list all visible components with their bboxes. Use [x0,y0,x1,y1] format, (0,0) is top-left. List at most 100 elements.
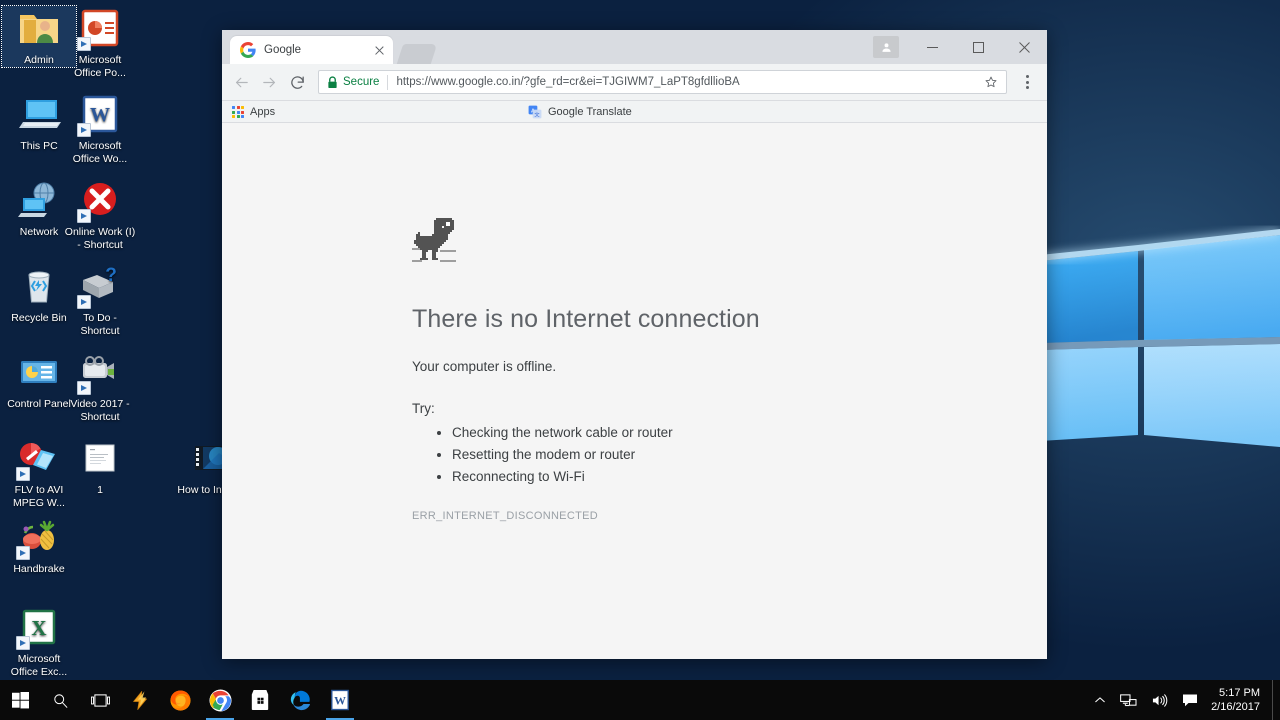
desktop-icon-powerpoint[interactable]: Microsoft Office Po... [63,6,137,79]
taskbar-app-flash[interactable] [120,680,160,720]
new-tab-button[interactable] [396,44,438,64]
task-view-icon [90,693,110,707]
taskbar-app-store[interactable] [240,680,280,720]
error-try-label: Try: [412,401,435,416]
three-dot-menu-icon [1025,75,1029,78]
error-code: ERR_INTERNET_DISCONNECTED [412,510,598,522]
shortcut-arrow-icon [16,636,30,650]
taskbar-app-word[interactable]: W [320,680,360,720]
camcorder-icon [77,350,122,395]
bookmarks-bar: Apps A 文 Google Translate [222,101,1047,123]
google-translate-icon: A 文 [528,105,542,119]
apps-grid-icon [232,106,244,118]
error-suggestion-item: Reconnecting to Wi-Fi [452,466,1012,488]
bookmark-label: Apps [250,106,276,118]
offline-dinosaur-icon [412,218,456,262]
tab-close-icon[interactable] [372,43,387,58]
reload-button[interactable] [284,69,310,95]
shortcut-arrow-icon [16,546,30,560]
error-subtitle: Your computer is offline. [412,359,557,374]
browser-toolbar: Secure https://www.google.co.in/?gfe_rd=… [222,64,1047,101]
shortcut-arrow-icon [77,381,91,395]
show-hidden-icons-button[interactable] [1087,680,1113,720]
close-button[interactable] [1001,30,1047,64]
forward-button[interactable] [256,69,282,95]
word-icon: W [77,92,122,137]
shortcut-arrow-icon [77,123,91,137]
error-title: There is no Internet connection [412,305,760,333]
handbrake-icon [16,515,61,560]
unknown-file-icon: ? [77,264,122,309]
desktop-icon-label: Microsoft Office Wo... [72,140,128,165]
maximize-button[interactable] [955,30,1001,64]
offline-error-content: There is no Internet connection Your com… [412,218,1012,522]
desktop-icon-handbrake[interactable]: Handbrake [2,515,76,576]
clock-time: 5:17 PM [1219,687,1260,699]
desktop-icon-document[interactable]: 1 [63,436,137,497]
minimize-button[interactable] [909,30,955,64]
task-view-button[interactable] [80,680,120,720]
taskbar-app-edge[interactable] [280,680,320,720]
desktop-icon-camcorder[interactable]: Video 2017 - Shortcut [63,350,137,423]
desktop-icon-red-x[interactable]: Online Work (I) - Shortcut [63,178,137,251]
back-button[interactable] [228,69,254,95]
video-converter-icon [16,436,61,481]
desktop-icon-label: Microsoft Office Po... [74,54,126,79]
start-button[interactable] [0,680,40,720]
desktop-icon-word[interactable]: W Microsoft Office Wo... [63,92,137,165]
desktop-icon-label: 1 [97,484,103,496]
maximize-icon [972,41,984,53]
bookmark-apps[interactable]: Apps [226,101,281,123]
tab-title: Google [264,44,302,56]
error-suggestion-item: Resetting the modem or router [452,444,1012,466]
bookmark-label: Google Translate [548,106,632,118]
chrome-menu-button[interactable] [1015,69,1039,95]
action-center-icon [1183,694,1198,706]
taskbar-app-chrome[interactable] [200,680,240,720]
desktop-icon-unknown-file[interactable]: ? To Do - Shortcut [63,264,137,337]
search-button[interactable] [40,680,80,720]
show-desktop-button[interactable] [1272,680,1278,720]
menu-dot [1025,86,1029,89]
desktop-icon-label: Microsoft Office Exc... [10,653,68,678]
profile-avatar-button[interactable] [873,36,899,58]
desktop-icon-excel[interactable]: X Microsoft Office Exc... [2,605,76,678]
shortcut-arrow-icon [77,209,91,223]
red-x-icon [77,178,122,223]
taskbar-app-firefox[interactable] [160,680,200,720]
network-tray-button[interactable] [1113,680,1144,720]
lock-icon [328,75,337,88]
action-center-button[interactable] [1175,680,1205,720]
svg-text:?: ? [105,265,117,286]
reload-icon [290,75,304,89]
windows-start-icon [11,691,29,708]
security-indicator: Secure [327,75,387,89]
network-icon [17,178,61,222]
url-text: https://www.google.co.in/?gfe_rd=cr&ei=T… [396,76,740,88]
minimize-icon [926,46,938,48]
volume-button[interactable] [1144,680,1175,720]
powerpoint-icon [77,6,122,51]
bookmark-star-icon[interactable] [980,71,1002,93]
star-icon [985,76,997,88]
document-icon [78,436,122,480]
recycle-bin-icon [17,264,61,308]
tab-google[interactable]: Google [230,36,393,64]
chrome-browser-window[interactable]: Google Secure https://www.google.co.in/?… [222,30,1047,659]
taskbar: W 5:17 PM 2/16/2017 [0,680,1280,720]
clock-date: 2/16/2017 [1211,701,1260,713]
bookmark-google-translate[interactable]: A 文 Google Translate [522,101,638,123]
user-folder-icon [17,6,61,50]
excel-icon: X [16,605,61,650]
microsoft-store-icon [251,690,269,710]
forward-arrow-icon [262,77,275,87]
clock[interactable]: 5:17 PM 2/16/2017 [1205,686,1272,714]
windows-wallpaper-logo [1040,229,1280,447]
chrome-icon [208,688,232,712]
svg-text:W: W [334,694,346,708]
address-bar[interactable]: Secure https://www.google.co.in/?gfe_rd=… [318,70,1007,94]
desktop-icon-label: To Do - Shortcut [80,312,120,337]
control-panel-icon [17,350,61,394]
page-viewport: There is no Internet connection Your com… [222,123,1047,659]
menu-dot [1025,80,1029,84]
